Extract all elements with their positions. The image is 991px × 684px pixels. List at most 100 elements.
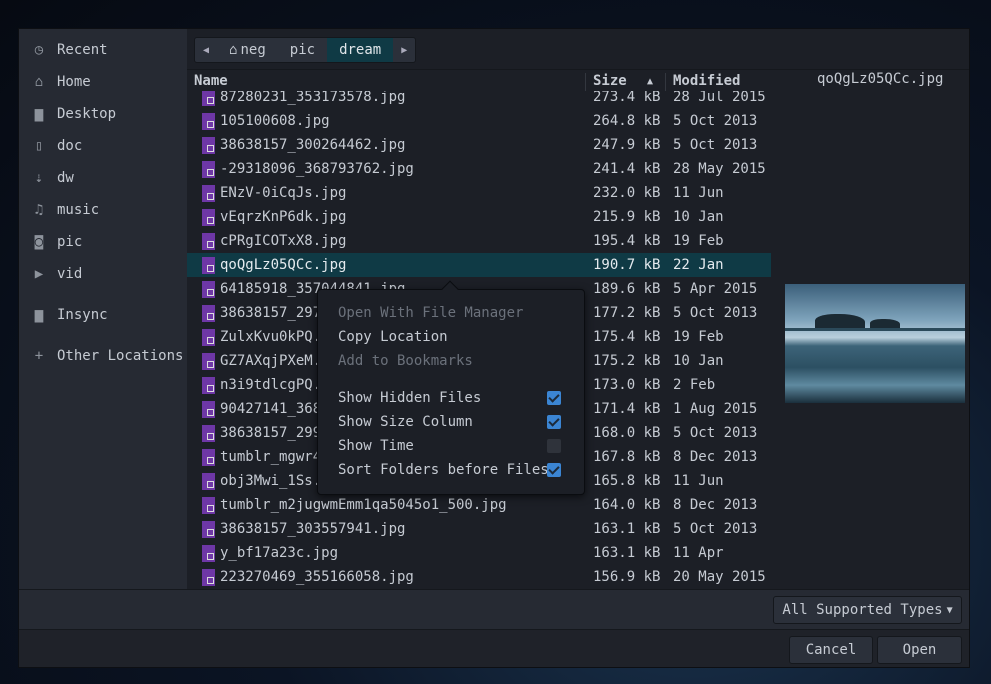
path-segment-pic[interactable]: pic — [278, 38, 327, 62]
image-file-icon — [202, 353, 215, 370]
image-file-icon — [202, 449, 215, 466]
file-size: 215.9 kB — [593, 209, 661, 225]
column-header-modified[interactable]: Modified — [673, 73, 740, 93]
file-name: n3i9tdlcgPQ. — [220, 377, 322, 393]
file-size: 175.4 kB — [593, 329, 661, 345]
file-modified: 10 Jan — [673, 353, 724, 369]
file-name: tumblr_mgwr4 — [220, 449, 322, 465]
image-file-icon — [202, 425, 215, 442]
path-back-arrow-icon[interactable]: ◀ — [195, 38, 217, 62]
file-modified: 11 Jun — [673, 185, 724, 201]
toggle-show-time[interactable]: Show Time — [338, 435, 414, 457]
file-modified: 28 May 2015 — [673, 161, 766, 177]
file-modified: 5 Oct 2013 — [673, 137, 758, 153]
download-icon: ⇣ — [34, 170, 44, 186]
sidebar-item-label: Recent — [57, 42, 108, 58]
sidebar-item-doc[interactable]: ▯ doc — [19, 133, 187, 159]
sidebar-item-home[interactable]: ⌂ Home — [19, 69, 187, 95]
preview-image — [785, 284, 965, 403]
path-segment-neg[interactable]: ⌂ neg — [217, 38, 278, 62]
open-button[interactable]: Open — [877, 636, 962, 664]
column-divider[interactable] — [665, 73, 666, 91]
checkbox[interactable] — [547, 391, 561, 405]
file-row[interactable]: cPRgICOTxX8.jpg 195.4 kB 19 Feb — [187, 229, 771, 253]
file-size: 156.9 kB — [593, 569, 661, 585]
file-modified: 19 Feb — [673, 329, 724, 345]
clock-icon: ◷ — [34, 42, 44, 58]
column-header-name[interactable]: Name — [194, 73, 228, 93]
image-file-icon — [202, 113, 215, 130]
file-name: obj3Mwi_1Ss. — [220, 473, 322, 489]
file-size: 195.4 kB — [593, 233, 661, 249]
file-modified: 11 Apr — [673, 545, 724, 561]
home-icon: ⌂ — [229, 42, 238, 58]
file-row[interactable]: qoQgLz05QCc.jpg 190.7 kB 22 Jan — [187, 253, 771, 277]
preview-filename: qoQgLz05QCc.jpg — [817, 71, 944, 87]
chevron-down-icon: ▼ — [946, 604, 953, 616]
file-modified: 10 Jan — [673, 209, 724, 225]
video-icon: ▶ — [34, 266, 44, 282]
image-file-icon — [202, 161, 215, 178]
menu-item-copy-location[interactable]: Copy Location — [338, 326, 448, 348]
file-row[interactable]: 223270469_355166058.jpg 156.9 kB 20 May 20… — [187, 565, 771, 589]
column-divider[interactable] — [585, 73, 586, 91]
file-modified: 8 Dec 2013 — [673, 449, 758, 465]
file-row[interactable]: 38638157_300264462.jpg 247.9 kB 5 Oct 2013 — [187, 133, 771, 157]
sidebar-item-dw[interactable]: ⇣ dw — [19, 165, 187, 191]
checkbox[interactable] — [547, 439, 561, 453]
path-segment-dream[interactable]: dream — [327, 38, 394, 62]
file-size: 173.0 kB — [593, 377, 661, 393]
column-header-size[interactable]: Size — [593, 73, 627, 93]
image-file-icon — [202, 185, 215, 202]
action-bar: Cancel Open — [19, 629, 969, 667]
file-modified: 8 Dec 2013 — [673, 497, 758, 513]
file-name: 38638157_303557941.jpg — [220, 521, 406, 537]
file-row[interactable]: y_bf17a23c.jpg 163.1 kB 11 Apr — [187, 541, 771, 565]
file-modified: 19 Feb — [673, 233, 724, 249]
image-file-icon — [202, 329, 215, 346]
toggle-show-hidden-files[interactable]: Show Hidden Files — [338, 387, 481, 409]
image-file-icon — [202, 569, 215, 586]
file-type-filter-dropdown[interactable]: All Supported Types ▼ — [773, 596, 962, 624]
file-size: 168.0 kB — [593, 425, 661, 441]
image-file-icon — [202, 473, 215, 490]
file-size: 175.2 kB — [593, 353, 661, 369]
file-row[interactable]: 38638157_303557941.jpg 163.1 kB 5 Oct 2013 — [187, 517, 771, 541]
file-name: ZulxKvu0kPQ. — [220, 329, 322, 345]
file-row[interactable]: -29318096_368793762.jpg 241.4 kB 28 May 20… — [187, 157, 771, 181]
context-menu-popover: Open With File Manager Copy Location Add t… — [317, 280, 585, 495]
plus-icon: + — [34, 348, 44, 364]
sidebar-item-recent[interactable]: ◷ Recent — [19, 37, 187, 63]
sidebar-item-label: Insync — [57, 307, 108, 323]
file-row[interactable]: 105100608.jpg 264.8 kB 5 Oct 2013 — [187, 109, 771, 133]
toggle-sort-folders-before-files[interactable]: Sort Folders before Files — [338, 459, 549, 481]
file-size: 165.8 kB — [593, 473, 661, 489]
file-size: 264.8 kB — [593, 113, 661, 129]
file-row[interactable]: tumblr_m2jugwmEmm1qa5045o1_500.jpg 164.0 … — [187, 493, 771, 517]
sidebar-item-pic[interactable]: ◙ pic — [19, 229, 187, 255]
file-name: 38638157_299 — [220, 425, 322, 441]
file-row[interactable]: ENzV-0iCqJs.jpg 232.0 kB 11 Jun — [187, 181, 771, 205]
checkbox[interactable] — [547, 463, 561, 477]
path-forward-arrow-icon[interactable]: ▶ — [393, 38, 415, 62]
file-modified: 1 Aug 2015 — [673, 401, 758, 417]
sidebar-item-insync[interactable]: ▆ Insync — [19, 302, 187, 328]
sidebar-item-label: Other Locations — [57, 348, 184, 364]
toggle-show-size-column[interactable]: Show Size Column — [338, 411, 473, 433]
file-row[interactable]: vEqrzKnP6dk.jpg 215.9 kB 10 Jan — [187, 205, 771, 229]
image-file-icon — [202, 209, 215, 226]
folder-icon: ▆ — [34, 307, 44, 323]
sidebar-item-desktop[interactable]: ▆ Desktop — [19, 101, 187, 127]
image-file-icon — [202, 233, 215, 250]
file-name: y_bf17a23c.jpg — [220, 545, 339, 561]
file-modified: 5 Oct 2013 — [673, 425, 758, 441]
file-row[interactable]: 87280231_353173578.jpg 273.4 kB 28 Jul 201… — [187, 91, 771, 109]
file-name: tumblr_m2jugwmEmm1qa5045o1_500.jpg — [220, 497, 507, 513]
sidebar-item-music[interactable]: ♫ music — [19, 197, 187, 223]
file-name: 90427141_368 — [220, 401, 322, 417]
checkbox[interactable] — [547, 415, 561, 429]
cancel-button[interactable]: Cancel — [789, 636, 873, 664]
sidebar-item-other-locations[interactable]: + Other Locations — [19, 343, 187, 369]
image-file-icon — [202, 401, 215, 418]
sidebar-item-vid[interactable]: ▶ vid — [19, 261, 187, 287]
